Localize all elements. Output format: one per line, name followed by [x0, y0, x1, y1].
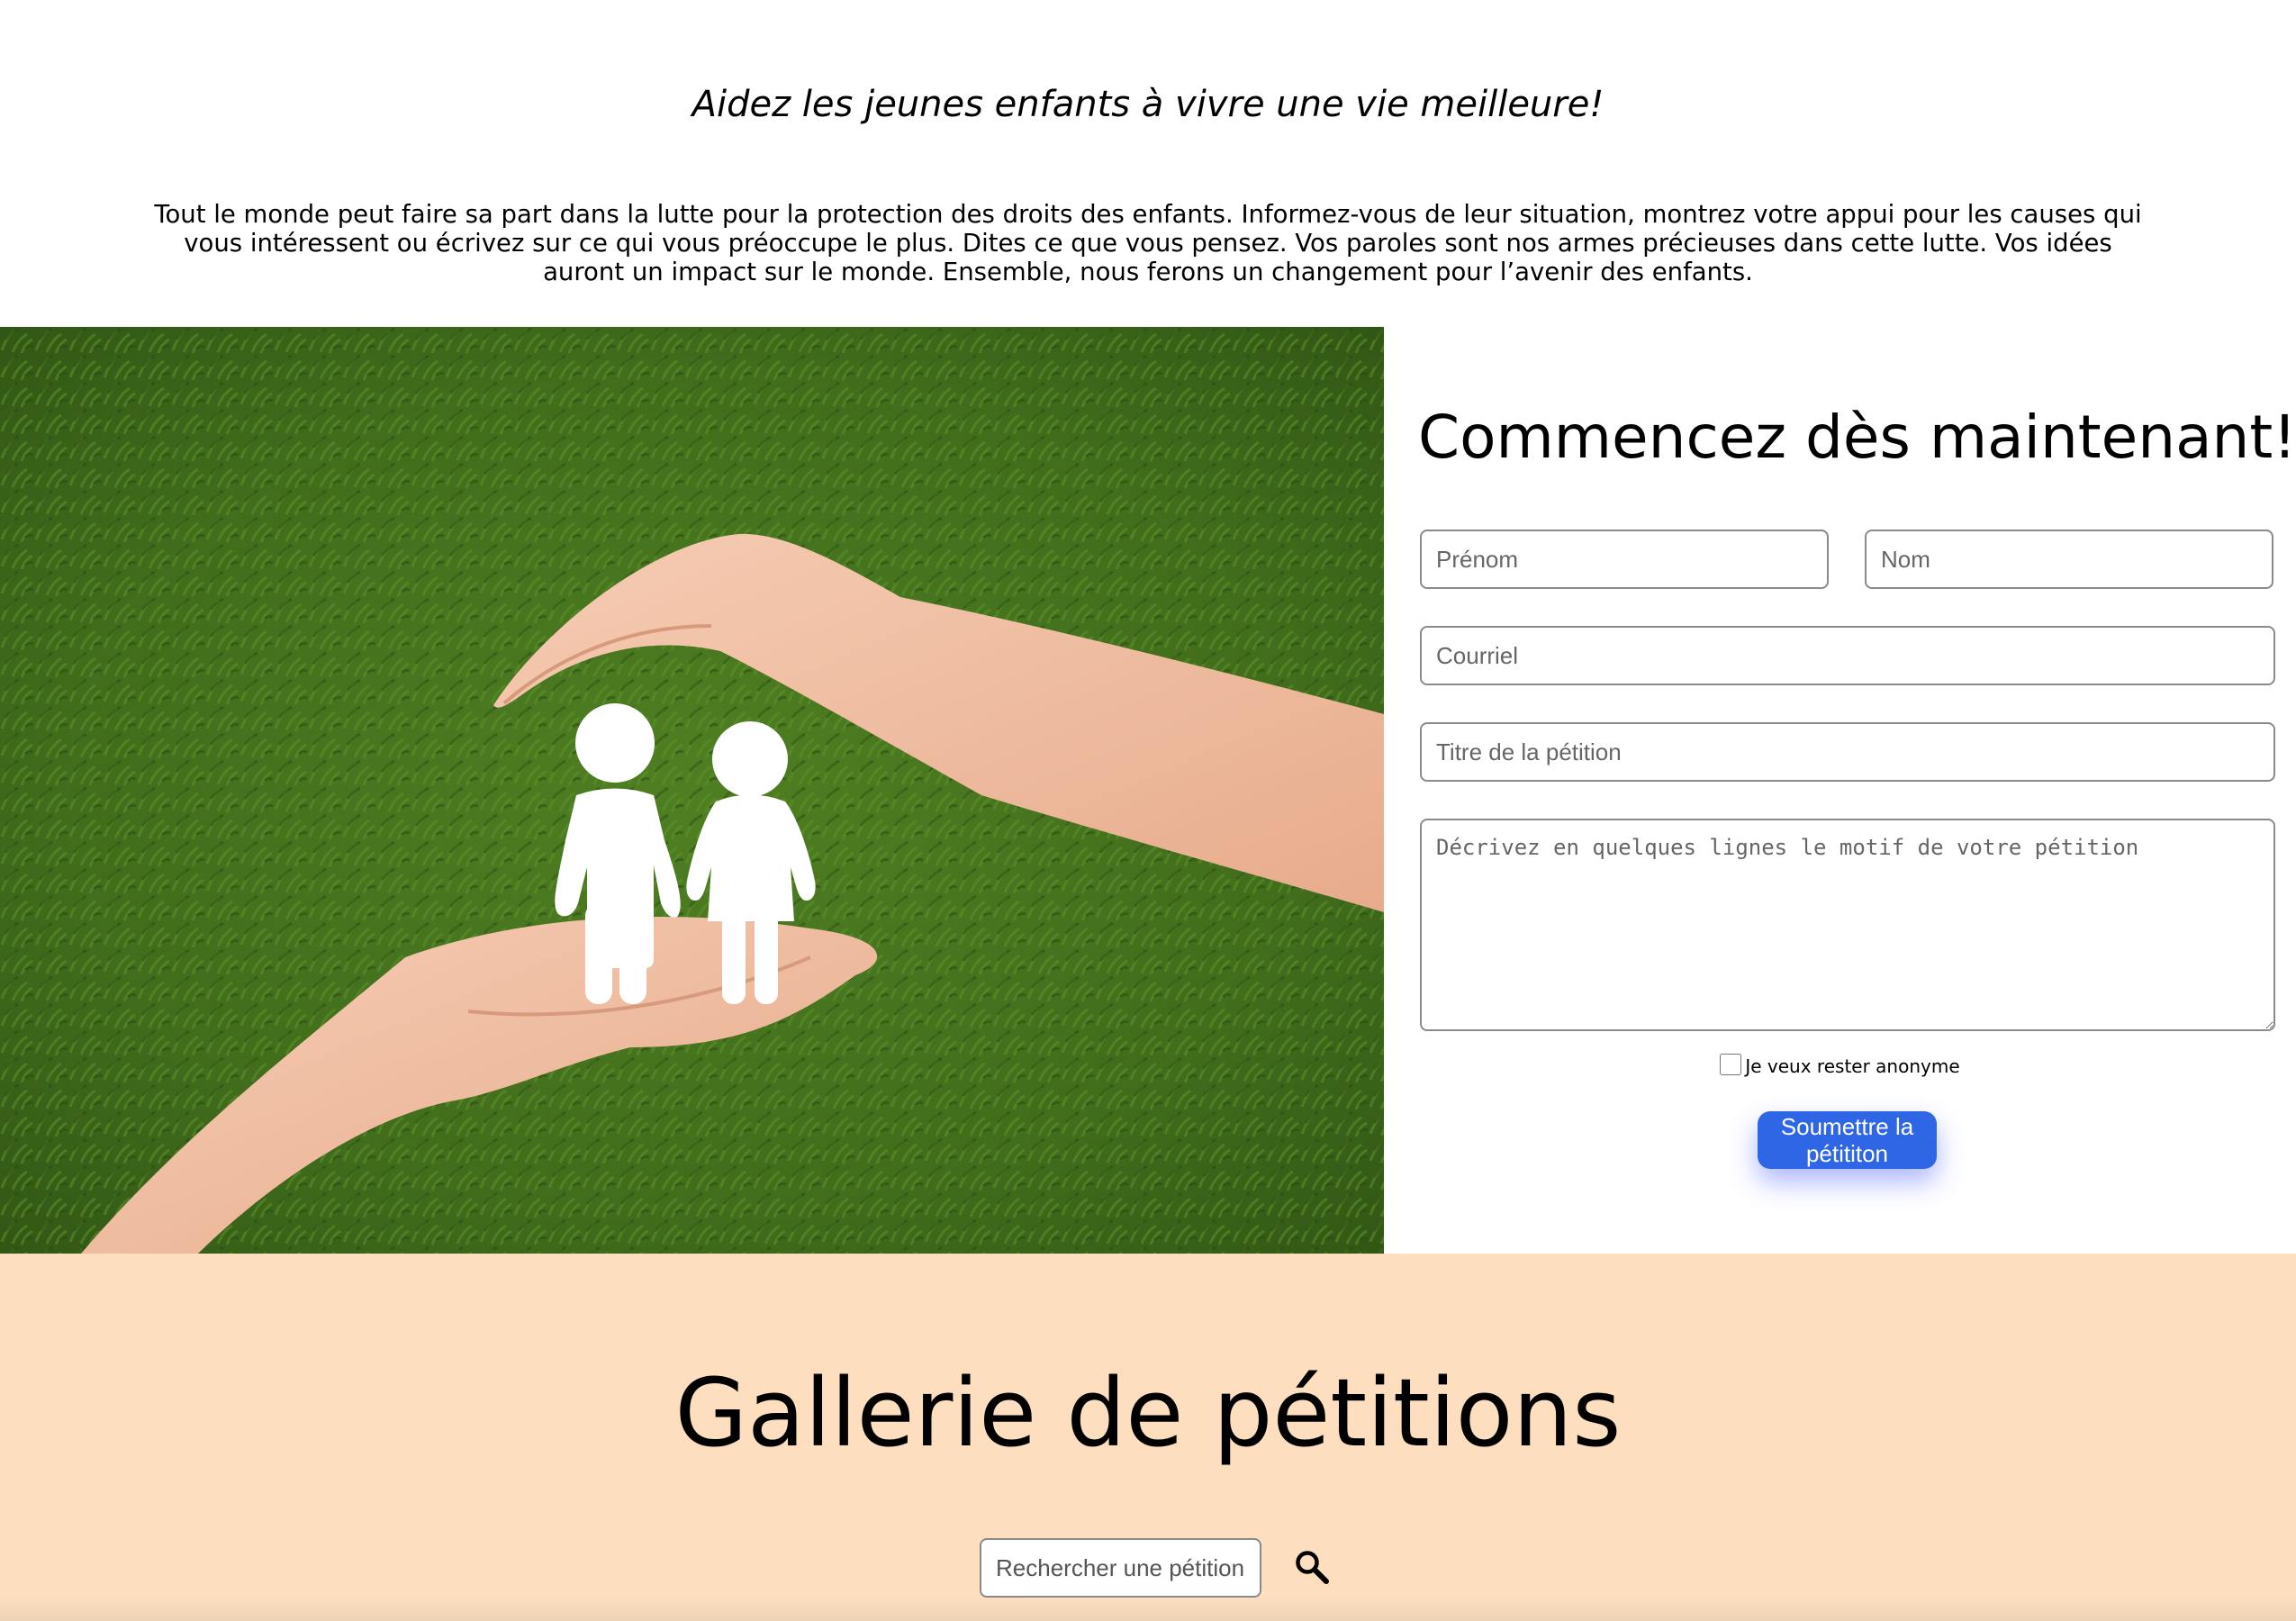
- search-button[interactable]: [1289, 1542, 1334, 1592]
- anonymous-checkbox[interactable]: [1720, 1054, 1742, 1075]
- intro-paragraph: Tout le monde peut faire sa part dans la…: [154, 200, 2142, 286]
- search-icon: [1296, 1551, 1329, 1584]
- submit-petition-button[interactable]: Soumettre la pétititon: [1758, 1111, 1937, 1169]
- gallery-title: Gallerie de pétitions: [674, 1358, 1622, 1468]
- petition-gallery: Gallerie de pétitions: [0, 1254, 2296, 1621]
- first-name-field[interactable]: [1420, 530, 1829, 589]
- petition-form: Commencez dès maintenant! Je veux rester…: [1384, 327, 2296, 1254]
- petition-description-field[interactable]: [1420, 819, 2275, 1031]
- gallery-search-input[interactable]: [980, 1538, 1261, 1598]
- section-shadow: [0, 1596, 2296, 1621]
- petition-title-field[interactable]: [1420, 722, 2275, 782]
- hero-image: [0, 327, 1384, 1254]
- anonymous-label: Je veux rester anonyme: [1745, 1055, 1960, 1077]
- tagline: Aidez les jeunes enfants à vivre une vie…: [692, 84, 1604, 125]
- anonymous-option: Je veux rester anonyme: [1384, 1053, 2296, 1080]
- hero-illustration: [0, 327, 1384, 1254]
- form-title: Commencez dès maintenant!: [1418, 403, 2296, 472]
- last-name-field[interactable]: [1865, 530, 2273, 589]
- email-field[interactable]: [1420, 626, 2275, 685]
